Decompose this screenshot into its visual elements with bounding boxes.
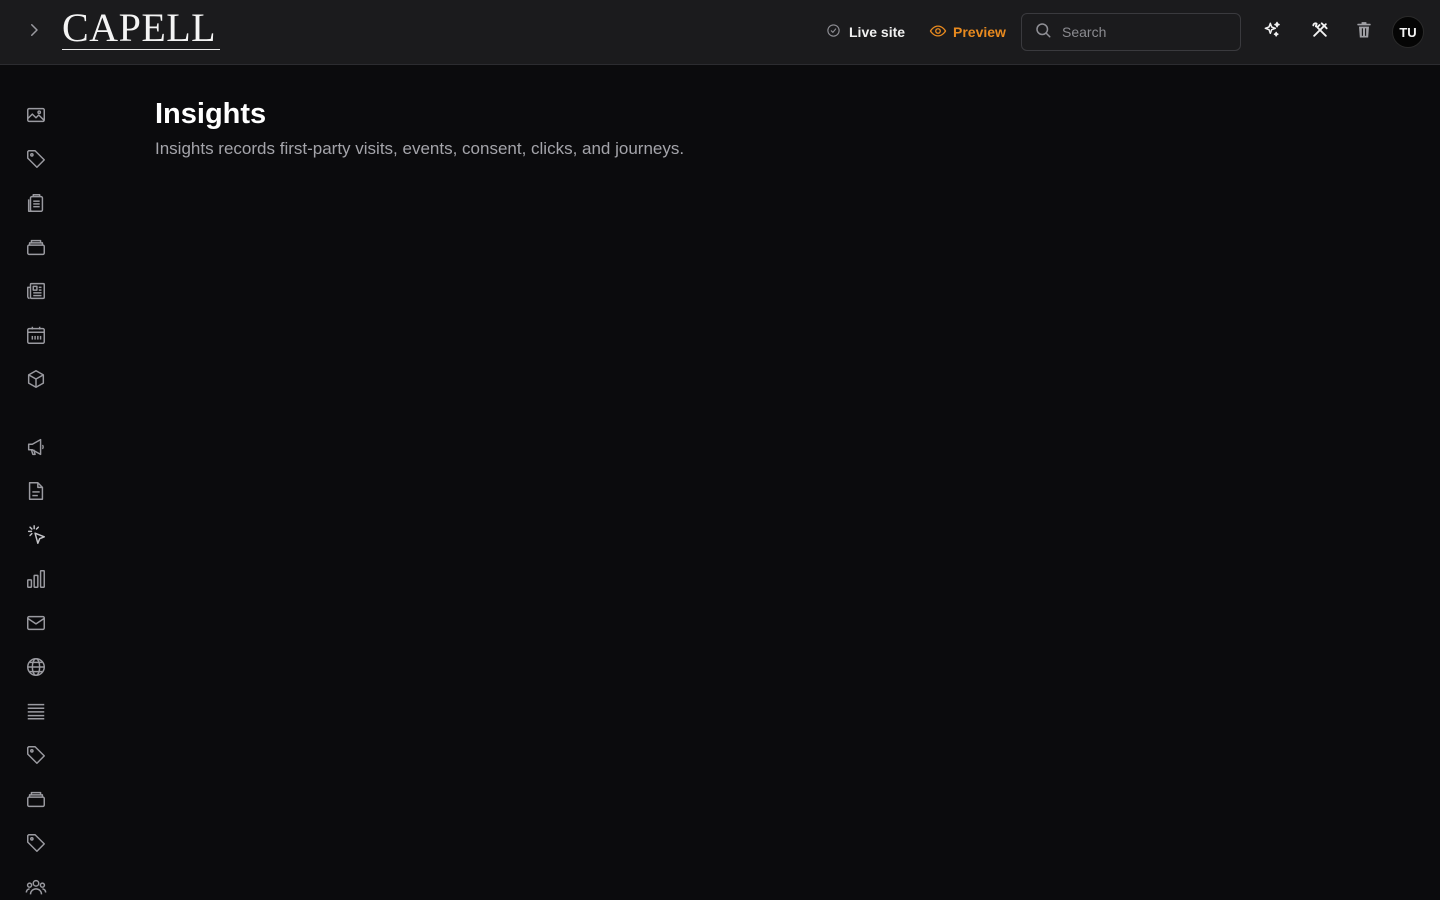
sidebar xyxy=(0,65,72,900)
mail-icon xyxy=(25,612,47,639)
top-bar: CAPELL Live site Preview TU xyxy=(0,0,1440,65)
sidebar-item-sites[interactable] xyxy=(24,657,48,681)
sidebar-item-lists[interactable] xyxy=(24,701,48,725)
list-icon xyxy=(25,700,47,727)
tag-icon xyxy=(25,832,47,859)
sidebar-item-labels[interactable] xyxy=(24,745,48,769)
eye-icon xyxy=(929,22,947,43)
main-content: Insights Insights records first-party vi… xyxy=(155,96,684,162)
sidebar-item-clipboard[interactable] xyxy=(24,193,48,217)
sidebar-item-news[interactable] xyxy=(24,281,48,305)
cube-icon xyxy=(25,368,47,395)
sidebar-item-archives[interactable] xyxy=(24,789,48,813)
ai-sparkles-button[interactable] xyxy=(1260,20,1284,44)
image-icon xyxy=(25,104,47,131)
tools-icon xyxy=(1310,20,1330,45)
stack-icon xyxy=(25,788,47,815)
clipboard-icon xyxy=(25,192,47,219)
trash-button[interactable] xyxy=(1352,20,1376,44)
trash-icon xyxy=(1354,20,1374,45)
stack-icon xyxy=(25,236,47,263)
sidebar-item-mail[interactable] xyxy=(24,613,48,637)
tag-icon xyxy=(25,744,47,771)
sidebar-item-categories[interactable] xyxy=(24,833,48,857)
sidebar-item-products[interactable] xyxy=(24,369,48,393)
calendar-icon xyxy=(25,324,47,351)
sparkles-icon xyxy=(1262,20,1282,45)
user-avatar[interactable]: TU xyxy=(1392,16,1424,48)
sidebar-item-campaigns[interactable] xyxy=(24,437,48,461)
sidebar-item-media[interactable] xyxy=(24,105,48,129)
expand-sidebar-button[interactable] xyxy=(20,18,48,46)
search-input[interactable] xyxy=(1062,24,1222,40)
newspaper-icon xyxy=(25,280,47,307)
preview-link[interactable]: Preview xyxy=(929,20,1006,44)
chevron-right-icon xyxy=(25,21,43,44)
sidebar-item-calendar[interactable] xyxy=(24,325,48,349)
sidebar-item-collections[interactable] xyxy=(24,237,48,261)
sidebar-item-clicks[interactable] xyxy=(24,524,48,551)
page-description: Insights records first-party visits, eve… xyxy=(155,139,685,158)
search-box[interactable] xyxy=(1021,13,1241,51)
logo-text: CAPELL xyxy=(62,5,217,50)
sidebar-item-pages[interactable] xyxy=(24,481,48,505)
logo-underline xyxy=(62,49,220,50)
live-site-label: Live site xyxy=(849,24,906,40)
logo[interactable]: CAPELL xyxy=(62,8,220,50)
document-icon xyxy=(25,480,47,507)
tag-icon xyxy=(25,148,47,175)
live-site-link[interactable]: Live site xyxy=(826,20,905,44)
check-circle-icon xyxy=(826,23,841,41)
sidebar-item-users[interactable] xyxy=(24,877,48,900)
megaphone-icon xyxy=(25,436,47,463)
tools-button[interactable] xyxy=(1308,20,1332,44)
preview-label: Preview xyxy=(953,24,1006,40)
avatar-initials: TU xyxy=(1399,24,1417,40)
search-icon xyxy=(1034,21,1052,44)
cursor-click-icon xyxy=(25,524,47,551)
globe-icon xyxy=(25,656,47,683)
users-icon xyxy=(25,876,47,900)
page-title: Insights xyxy=(155,98,267,130)
bar-chart-icon xyxy=(25,568,47,595)
sidebar-item-tags[interactable] xyxy=(24,149,48,173)
sidebar-item-insights[interactable] xyxy=(24,569,48,593)
